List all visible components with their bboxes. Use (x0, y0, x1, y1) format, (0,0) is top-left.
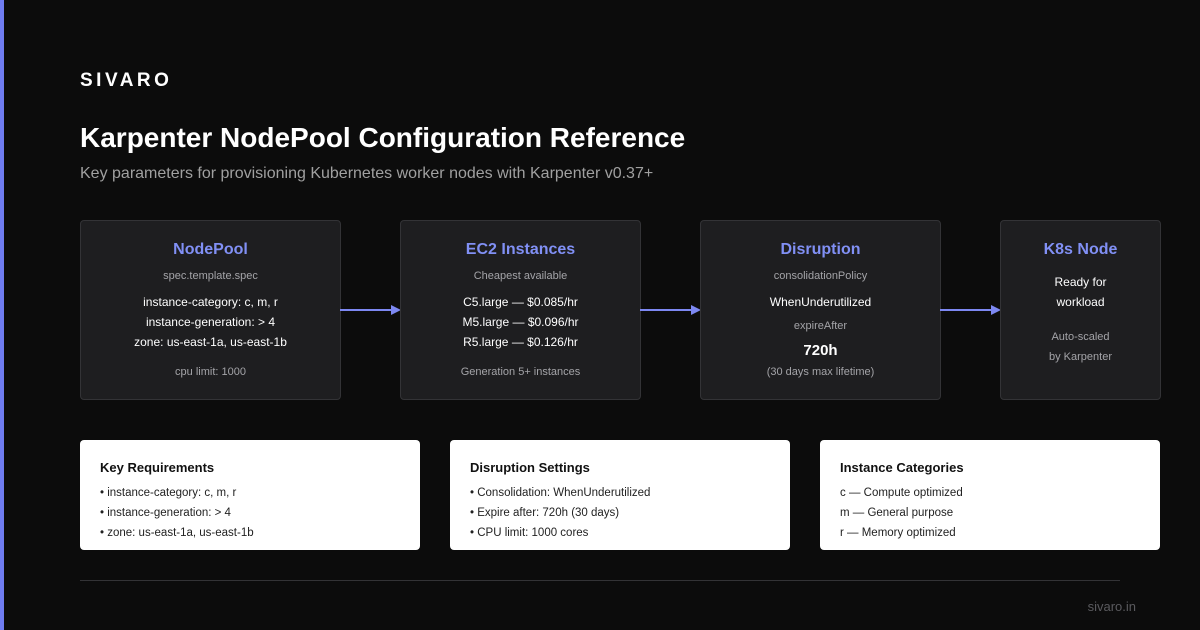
card-key-requirements: Key Requirements • instance-category: c,… (80, 440, 420, 550)
flow-box-value-large: 720h (803, 342, 838, 359)
flow-box-line: M5.large — $0.096/hr (462, 315, 579, 329)
card-title: Disruption Settings (470, 460, 590, 475)
card-line: r — Memory optimized (840, 527, 956, 539)
flow-box-subtitle: spec.template.spec (163, 270, 258, 282)
flow-box-title: K8s Node (1043, 241, 1118, 258)
accent-bar (0, 0, 4, 630)
flow-box-footer: cpu limit: 1000 (175, 366, 246, 378)
card-instance-categories: Instance Categories c — Compute optimize… (820, 440, 1160, 550)
card-line: • zone: us-east-1a, us-east-1b (100, 527, 254, 539)
flow-box-label: expireAfter (793, 320, 848, 332)
page-subtitle: Key parameters for provisioning Kubernet… (80, 165, 654, 182)
flow-box-line: C5.large — $0.085/hr (463, 295, 578, 309)
flow-box-title: NodePool (173, 241, 248, 258)
flow-box-line: R5.large — $0.126/hr (463, 335, 578, 349)
flow-box-ec2-instances: EC2 Instances Cheapest available C5.larg… (400, 220, 641, 400)
flow-box-title: EC2 Instances (465, 241, 576, 258)
card-line: c — Compute optimized (840, 487, 963, 499)
card-line: • Consolidation: WhenUnderutilized (470, 487, 651, 499)
flow-box-line: workload (1056, 295, 1105, 309)
flow-box-subtitle: Cheapest available (473, 270, 568, 282)
flow-box-nodepool: NodePool spec.template.spec instance-cat… (80, 220, 341, 400)
card-disruption-settings: Disruption Settings • Consolidation: Whe… (450, 440, 790, 550)
flow-box-value: WhenUnderutilized (769, 295, 872, 309)
flow-box-line: instance-category: c, m, r (143, 295, 278, 309)
flow-box-line: instance-generation: > 4 (145, 315, 276, 329)
flow-arrow (640, 305, 701, 315)
flow-box-title: Disruption (780, 241, 861, 258)
flow-box-footer: Generation 5+ instances (460, 366, 581, 378)
flow-arrow (340, 305, 401, 315)
flow-box-disruption: Disruption consolidationPolicy WhenUnder… (700, 220, 941, 400)
flow-box-label: consolidationPolicy (773, 270, 868, 282)
flow-box-note: (30 days max lifetime) (766, 366, 875, 378)
page-title: Karpenter NodePool Configuration Referen… (80, 122, 686, 153)
card-title: Instance Categories (840, 460, 964, 475)
card-line: • CPU limit: 1000 cores (470, 527, 589, 539)
card-title: Key Requirements (100, 460, 215, 475)
card-line: m — General purpose (840, 507, 954, 519)
flow-box-k8s-node: K8s Node Ready for workload Auto-scaled … (1000, 220, 1161, 400)
flow-box-line: Ready for (1054, 275, 1107, 289)
footer-domain: sivaro.in (1087, 599, 1136, 614)
flow-box-note: Auto-scaled (1051, 331, 1110, 343)
brand-logo: SIVARO (80, 70, 173, 91)
card-line: • instance-category: c, m, r (100, 487, 237, 499)
flow-box-line: zone: us-east-1a, us-east-1b (134, 335, 287, 349)
flow-arrow (940, 305, 1001, 315)
card-line: • Expire after: 720h (30 days) (470, 507, 620, 519)
card-line: • instance-generation: > 4 (100, 507, 231, 519)
footer-divider (80, 580, 1120, 581)
flow-box-note: by Karpenter (1049, 351, 1112, 363)
